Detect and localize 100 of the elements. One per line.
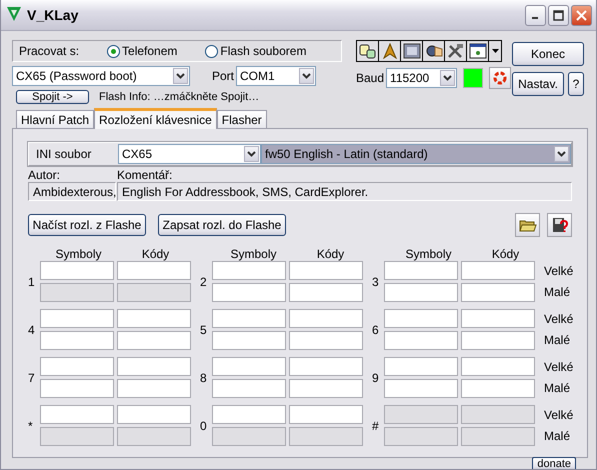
input-field[interactable] [289,283,363,302]
key-label: 5 [200,322,208,336]
key-label: 1 [28,274,36,288]
chip-icon[interactable] [401,41,423,61]
window-icon[interactable] [467,41,489,61]
key-label: 6 [372,322,380,336]
caret-icon[interactable] [299,68,314,84]
input-field[interactable] [461,283,535,302]
input-field[interactable] [289,331,363,350]
input-field[interactable] [289,379,363,398]
tab[interactable]: Rozložení klávesnice [94,108,217,129]
key-label: 7 [28,370,36,384]
flash-info: Flash Info: …zmáčkněte Spojit… [99,91,260,103]
input-field[interactable] [117,405,191,424]
lifebuoy-icon[interactable] [489,67,512,89]
column-header: Kódy [140,247,170,261]
caret-icon[interactable] [440,70,456,86]
input-field[interactable] [461,261,535,280]
input-field[interactable] [212,331,286,350]
window-title: V_KLay [27,7,80,23]
input-field[interactable] [384,309,458,328]
connect-button[interactable]: Spojit -> [16,90,89,104]
caret-icon[interactable] [554,146,569,162]
author-label: Autor: [28,168,62,182]
key-label: 2 [200,274,208,288]
input-field[interactable] [461,331,535,350]
key-label: * [28,418,34,432]
work-with-label: Pracovat s: [19,44,80,58]
minimize-icon[interactable] [525,4,546,26]
input-field[interactable] [289,357,363,376]
input-field[interactable] [40,261,114,280]
port-select[interactable]: COM1 [236,66,316,86]
input-field[interactable] [212,357,286,376]
donate-button[interactable]: donate [532,457,576,469]
input-field[interactable] [40,379,114,398]
input-field[interactable] [384,283,458,302]
key-label: 4 [28,322,36,336]
column-header: Kódy [490,247,520,261]
input-field[interactable] [289,405,363,424]
radio-option[interactable]: Telefonem [107,44,178,58]
tab[interactable]: Hlavní Patch [16,110,94,128]
maximize-icon[interactable] [548,4,569,26]
key-label: 9 [372,370,380,384]
case-label: Velké [544,312,574,326]
input-field[interactable] [384,261,458,280]
close-button[interactable]: Konec [512,42,584,66]
caret-icon[interactable] [173,68,188,84]
case-label: Malé [544,380,572,395]
column-header: Symboly [229,247,278,261]
caret-icon[interactable] [244,146,259,162]
baud-select[interactable]: 115200 [386,68,458,88]
column-header: Symboly [404,247,452,261]
input-field[interactable] [40,357,114,376]
key-label: # [372,418,380,432]
input-field[interactable] [289,261,363,280]
column-header: Kódy [316,247,346,261]
folder-icon[interactable] [515,213,540,237]
input-field[interactable] [289,309,363,328]
radio-option[interactable]: Flash souborem [205,44,306,58]
input-field[interactable] [117,379,191,398]
input-field[interactable] [40,405,114,424]
save-help-icon[interactable] [547,213,572,237]
ini-label: INI soubor [35,147,92,161]
input-field[interactable] [117,331,191,350]
input-field[interactable] [212,261,286,280]
input-field[interactable] [384,357,458,376]
load-button[interactable]: Načíst rozl. z Flashe [28,214,146,236]
input-field[interactable] [461,309,535,328]
input-field[interactable] [40,309,114,328]
case-label: Malé [544,428,572,443]
input-field[interactable] [384,379,458,398]
case-label: Velké [544,264,574,278]
save-button[interactable]: Zapsat rozl. do Flashe [158,214,286,236]
settings-button[interactable]: Nastav. [512,72,564,96]
port-label: Port [212,69,234,83]
case-label: Malé [544,284,572,299]
input-field[interactable] [212,283,286,302]
input-field[interactable] [384,331,458,350]
input-field[interactable] [212,309,286,328]
close-icon[interactable] [571,4,592,26]
comment-label: Komentář: [117,168,174,182]
input-field[interactable] [212,379,286,398]
help-button[interactable]: ? [568,72,584,96]
input-field[interactable] [40,331,114,350]
key-label: 3 [372,274,380,288]
layout-select[interactable]: fw50 English - Latin (standard) [261,144,571,164]
phone-select[interactable]: CX65 (Password boot) [12,66,190,86]
ini-file-select[interactable]: CX65 [118,144,261,164]
input-field[interactable] [117,357,191,376]
key-label: 0 [200,418,208,432]
input-field[interactable] [117,261,191,280]
comment-field: English For Addressbook, SMS, CardExplorer. [117,182,572,201]
input-field[interactable] [212,405,286,424]
case-label: Malé [544,332,572,347]
case-label: Velké [544,408,574,422]
tab[interactable]: Flasher [216,110,267,128]
input-field[interactable] [117,309,191,328]
case-label: Velké [544,360,574,374]
input-field[interactable] [461,379,535,398]
input-field[interactable] [461,357,535,376]
